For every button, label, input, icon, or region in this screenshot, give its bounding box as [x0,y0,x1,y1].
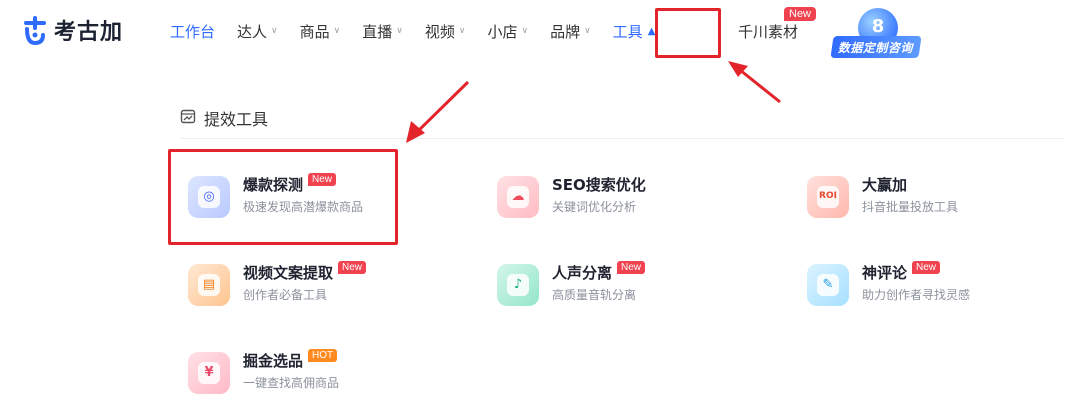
new-badge: New [784,7,817,21]
tool-name: SEO搜索优化 [552,176,646,194]
voice-separate-icon: ♪ [497,264,539,306]
tool-name-wrap: 大赢加 [862,174,907,195]
tool-name-wrap: 人声分离 New [552,261,646,283]
tool-name-wrap: 视频文案提取 New [243,261,367,283]
nav-item-goods[interactable]: 商品 ∨ [300,21,341,42]
nav-item-label: 小店 [487,22,518,41]
tool-name-wrap: SEO搜索优化 [552,174,646,195]
nav-item-workbench[interactable]: 工作台 [170,21,215,42]
nav-item-tools[interactable]: 工具 ▲ [613,21,656,42]
nav-item-label: 直播 [362,22,393,41]
tool-name: 人声分离 [552,264,613,282]
consult-banner: 数据定制咨询 [830,36,922,58]
consult-icon-glyph: 8 [871,16,885,37]
chevron-down-icon: ∨ [396,26,403,36]
chevron-down-icon: ∨ [271,26,278,36]
tool-desc: 高质量音轨分离 [552,288,637,302]
nav-item-live[interactable]: 直播 ∨ [362,21,403,42]
nav-item-label: 商品 [299,22,330,41]
tool-item-gold-select[interactable]: ¥ 掘金选品 HOT 一键查找高佣商品 [188,346,468,402]
video-text-icon: ▤ [188,264,230,306]
nav-item-label: 工具 [612,22,643,41]
tool-desc: 关键词优化分析 [552,200,637,214]
logo-text: 考古加 [54,20,124,45]
nav-item-shop[interactable]: 小店 ∨ [487,21,528,42]
new-badge: New [617,261,646,274]
gold-bag-icon: ¥ [188,352,230,394]
tool-name-wrap: 神评论 New [862,261,941,283]
tool-desc: 抖音批量投放工具 [862,200,959,214]
annotation-box-tools [655,8,721,58]
nav-item-video[interactable]: 视频 ∨ [425,21,466,42]
data-consult-button[interactable]: 8 数据定制咨询 [830,8,924,58]
tool-item-voice-separate[interactable]: ♪ 人声分离 New 高质量音轨分离 [497,258,777,314]
tool-name: 神评论 [862,264,908,282]
nav-item-label: 视频 [424,22,455,41]
divider [180,138,1065,139]
comment-icon: ✎ [807,264,849,306]
tool-name: 视频文案提取 [243,264,334,282]
new-badge: New [912,261,941,274]
tool-item-video-text[interactable]: ▤ 视频文案提取 New 创作者必备工具 [188,258,468,314]
tool-name: 大赢加 [862,176,908,194]
tool-desc: 创作者必备工具 [243,288,328,302]
nav-item-label: 品牌 [550,22,581,41]
section-title-text: 提效工具 [204,110,269,129]
hot-badge: HOT [308,349,338,362]
nav-item-qianchuan[interactable]: 千川素材 [738,21,798,42]
consult-label: 数据定制咨询 [838,40,914,55]
new-badge: New [338,261,367,274]
nav-item-label: 千川素材 [738,23,799,41]
nav-item-talent[interactable]: 达人 ∨ [237,21,278,42]
tool-desc: 助力创作者寻找灵感 [862,288,971,302]
tool-name: 掘金选品 [243,352,304,370]
nav-item-brand[interactable]: 品牌 ∨ [550,21,591,42]
chevron-down-icon: ∨ [584,26,591,36]
section-title: 提效工具 [180,106,268,130]
roi-window-icon: ROI [807,176,849,218]
kaogujia-logo-icon [22,15,48,46]
cloud-search-icon: ☁ [497,176,539,218]
nav-item-label: 工作台 [170,22,216,41]
calendar-chart-icon [180,108,196,128]
tool-item-comment[interactable]: ✎ 神评论 New 助力创作者寻找灵感 [807,258,1080,314]
tool-item-dayingjia[interactable]: ROI 大赢加 抖音批量投放工具 [807,170,1080,226]
logo[interactable]: 考古加 [22,12,123,48]
tool-name-wrap: 掘金选品 HOT [243,349,338,371]
chevron-down-icon: ∨ [333,26,341,36]
tool-desc: 一键查找高佣商品 [243,376,340,390]
tool-item-seo[interactable]: ☁ SEO搜索优化 关键词优化分析 [497,170,777,226]
top-nav: 工作台 达人 ∨ 商品 ∨ 直播 ∨ 视频 ∨ 小店 ∨ 品牌 ∨ 工具 ▲ [170,14,677,48]
chevron-down-icon: ∨ [458,26,466,36]
chevron-down-icon: ∨ [521,26,529,36]
nav-item-label: 达人 [237,22,268,41]
annotation-box-hot-detect [168,149,398,245]
